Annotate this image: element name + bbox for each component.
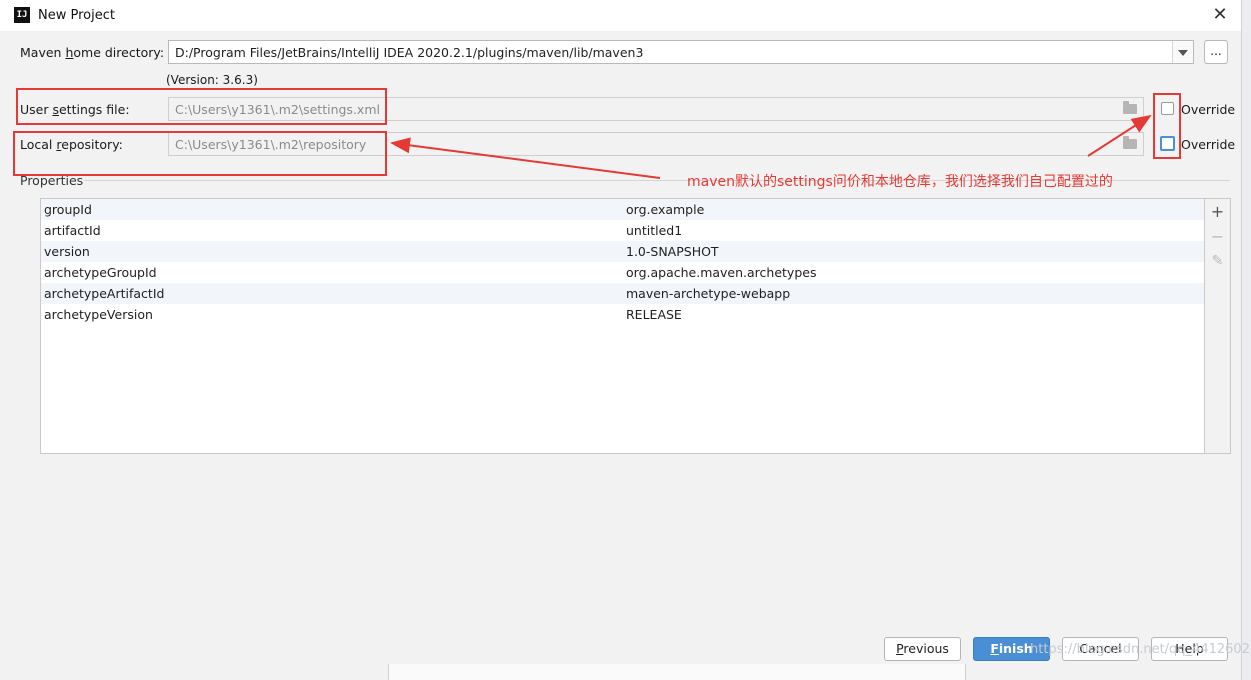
background-ide-strip — [1241, 0, 1251, 680]
property-key: artifactId — [44, 223, 101, 238]
user-settings-label: User settings file: — [20, 102, 130, 117]
intellij-app-icon: IJ — [14, 7, 30, 23]
properties-table[interactable]: groupId org.example artifactId untitled1… — [40, 198, 1205, 454]
properties-toolbar: + − ✎ — [1205, 198, 1231, 454]
property-value: org.apache.maven.archetypes — [626, 265, 817, 280]
folder-icon[interactable] — [1123, 136, 1137, 149]
title-bar: IJ New Project ✕ — [0, 0, 1241, 31]
property-key: version — [44, 244, 90, 259]
watermark-text: https://blog.csdn.net/qq_44126024 — [1030, 642, 1251, 657]
maven-home-label-prefix: Maven — [20, 45, 66, 60]
local-repository-override-checkbox[interactable] — [1160, 136, 1175, 151]
property-value: org.example — [626, 202, 705, 217]
user-settings-field[interactable]: C:\Users\y1361\.m2\settings.xml — [168, 97, 1144, 121]
chevron-down-icon[interactable] — [1172, 41, 1193, 63]
property-value: maven-archetype-webapp — [626, 286, 791, 301]
close-icon[interactable]: ✕ — [1210, 4, 1230, 26]
maven-home-label: Maven home directory: — [20, 45, 164, 60]
table-row[interactable]: archetypeGroupId org.apache.maven.archet… — [41, 262, 1204, 283]
local-repository-label-suffix: epository: — [61, 137, 123, 152]
property-value: 1.0-SNAPSHOT — [626, 244, 719, 259]
local-repository-override-label[interactable]: Override — [1181, 137, 1235, 152]
annotation-text: maven默认的settings问价和本地仓库，我们选择我们自己配置过的 — [687, 174, 1113, 190]
previous-button[interactable]: Previous — [884, 637, 961, 661]
property-key: groupId — [44, 202, 92, 217]
user-settings-override-checkbox[interactable] — [1161, 102, 1174, 115]
maven-home-value: D:/Program Files/JetBrains/IntelliJ IDEA… — [175, 45, 644, 60]
folder-icon[interactable] — [1123, 101, 1137, 114]
add-icon[interactable]: + — [1205, 202, 1230, 221]
user-settings-label-suffix: ettings file: — [58, 102, 130, 117]
table-row[interactable]: artifactId untitled1 — [41, 220, 1204, 241]
property-value: RELEASE — [626, 307, 682, 322]
user-settings-label-prefix: User — [20, 102, 53, 117]
maven-home-combobox[interactable]: D:/Program Files/JetBrains/IntelliJ IDEA… — [168, 40, 1194, 64]
table-row[interactable]: version 1.0-SNAPSHOT — [41, 241, 1204, 262]
table-row[interactable]: groupId org.example — [41, 199, 1204, 220]
remove-icon[interactable]: − — [1205, 227, 1230, 246]
maven-version-text: (Version: 3.6.3) — [166, 73, 258, 87]
finish-label: inish — [998, 641, 1033, 656]
window-title: New Project — [38, 8, 115, 23]
new-project-dialog: IJ New Project ✕ Maven home directory: D… — [0, 0, 1242, 680]
properties-section-label: Properties — [20, 173, 84, 188]
edit-icon[interactable]: ✎ — [1205, 253, 1230, 269]
property-key: archetypeVersion — [44, 307, 153, 322]
local-repository-label-prefix: Local — [20, 137, 57, 152]
background-editor-bottom — [388, 664, 966, 680]
local-repository-field[interactable]: C:\Users\y1361\.m2\repository — [168, 132, 1144, 156]
previous-label: revious — [903, 641, 949, 656]
local-repository-label: Local repository: — [20, 137, 123, 152]
user-settings-value: C:\Users\y1361\.m2\settings.xml — [175, 102, 380, 117]
table-row[interactable]: archetypeVersion RELEASE — [41, 304, 1204, 325]
property-value: untitled1 — [626, 223, 683, 238]
maven-home-label-suffix: ome directory: — [73, 45, 165, 60]
maven-home-browse-button[interactable]: ... — [1204, 40, 1228, 64]
property-key: archetypeGroupId — [44, 265, 157, 280]
property-key: archetypeArtifactId — [44, 286, 165, 301]
user-settings-override-label[interactable]: Override — [1181, 102, 1235, 117]
finish-mnemonic: F — [990, 641, 999, 656]
table-row[interactable]: archetypeArtifactId maven-archetype-weba… — [41, 283, 1204, 304]
local-repository-value: C:\Users\y1361\.m2\repository — [175, 137, 367, 152]
